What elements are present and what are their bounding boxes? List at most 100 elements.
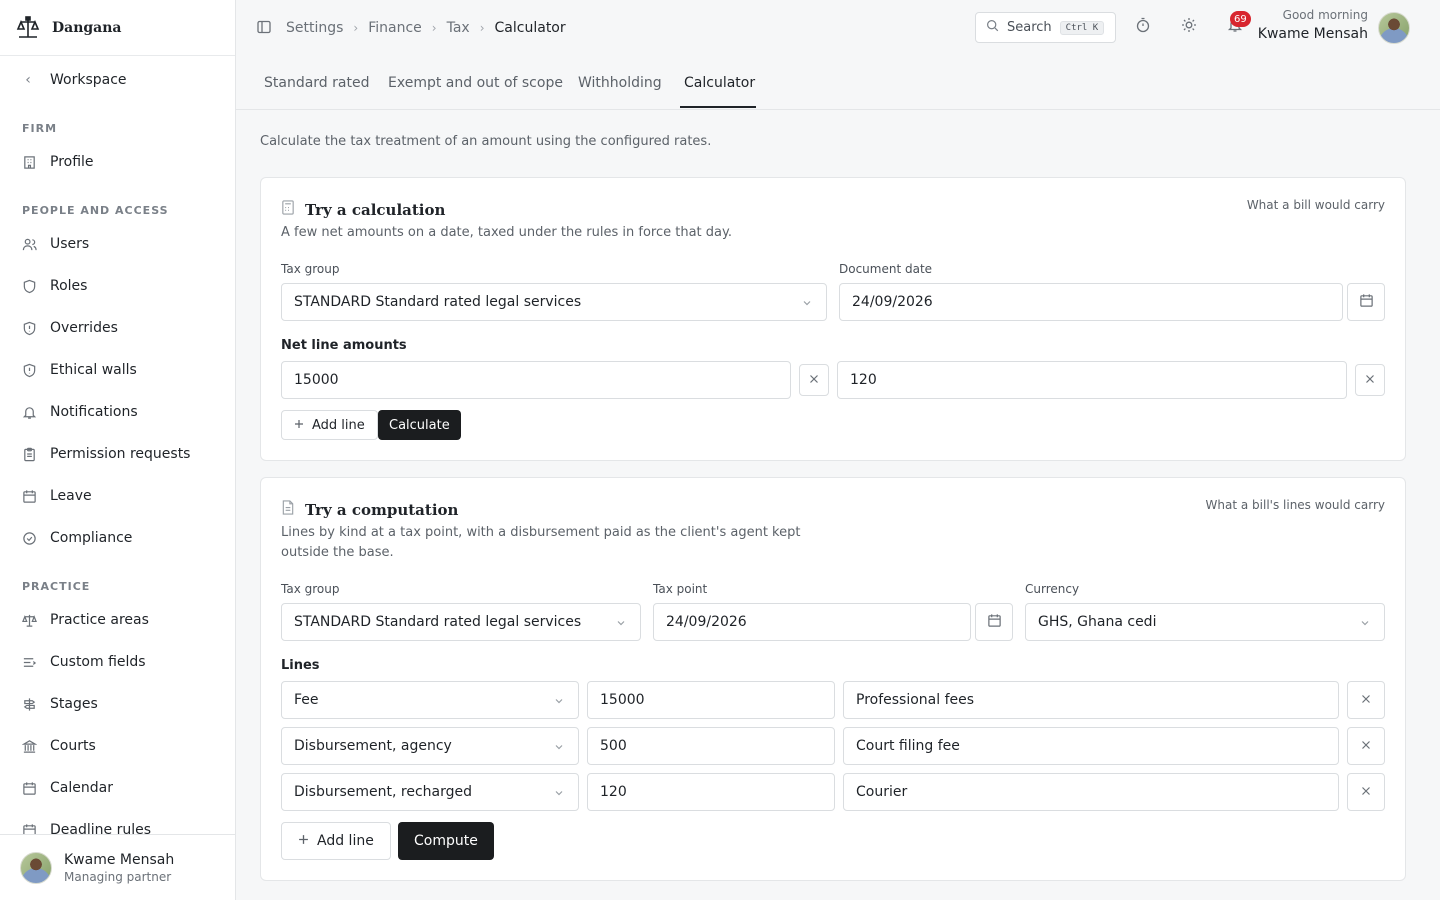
remove-amount-button-1[interactable] [799, 364, 829, 396]
chevron-down-icon [1360, 616, 1370, 632]
line-kind-select[interactable]: Disbursement, agency [281, 727, 579, 765]
line-description-input[interactable]: Courier [843, 773, 1339, 811]
breadcrumb-settings[interactable]: Settings [286, 20, 343, 36]
sidebar-item-practice-areas[interactable]: Practice areas [20, 608, 149, 632]
bell-icon [20, 403, 38, 421]
add-line-button[interactable]: Add line [281, 822, 391, 860]
tab-standard-rated[interactable]: Standard rated [264, 75, 369, 91]
timer-icon[interactable] [1135, 17, 1151, 37]
compute-button[interactable]: Compute [398, 822, 494, 860]
amount-input-2[interactable]: 120 [837, 361, 1347, 399]
sidebar-item-users[interactable]: Users [20, 232, 89, 256]
sidebar-item-roles[interactable]: Roles [20, 274, 87, 298]
line-description-value: Courier [856, 784, 908, 800]
net-line-amounts-label: Net line amounts [281, 338, 407, 353]
sidebar-item-profile[interactable]: Profile [20, 150, 94, 174]
remove-line-button[interactable] [1347, 727, 1385, 765]
breadcrumb-finance[interactable]: Finance [368, 20, 422, 36]
computation-card-note: What a bill's lines would carry [1205, 498, 1385, 512]
close-icon [809, 372, 819, 388]
tab-withholding[interactable]: Withholding [578, 75, 662, 91]
line-amount-value: 120 [600, 784, 627, 800]
close-icon [1361, 784, 1371, 800]
sidebar-item-courts[interactable]: Courts [20, 734, 96, 758]
line-kind-value: Disbursement, agency [294, 738, 452, 754]
active-tab-indicator [680, 106, 756, 108]
notification-count-badge: 69 [1230, 11, 1251, 27]
line-amount-input[interactable]: 500 [587, 727, 835, 765]
line-kind-value: Fee [294, 692, 319, 708]
theme-sun-icon[interactable] [1181, 17, 1197, 37]
user-greeting: Good morning Kwame Mensah [1258, 8, 1368, 42]
calendar-icon [20, 487, 38, 505]
add-line-button[interactable]: Add line [281, 410, 378, 440]
tax-point-value: 24/09/2026 [666, 614, 747, 630]
sidebar-item-overrides[interactable]: Overrides [20, 316, 118, 340]
sidebar: Dangana ‹ Workspace FIRM PEOPLE AND ACCE… [0, 0, 236, 900]
currency-label: Currency [1025, 582, 1080, 596]
tab-calculator[interactable]: Calculator [684, 75, 755, 91]
chevron-right-icon: › [431, 21, 437, 35]
line-description-value: Court filing fee [856, 738, 960, 754]
sidebar-item-custom-fields[interactable]: Custom fields [20, 650, 146, 674]
sidebar-item-calendar[interactable]: Calendar [20, 776, 113, 800]
tab-exempt-and-out-of-scope[interactable]: Exempt and out of scope [388, 75, 563, 91]
sidebar-item-label: Notifications [50, 404, 138, 420]
tax-point-input[interactable]: 24/09/2026 [653, 603, 971, 641]
lines-label: Lines [281, 658, 320, 673]
currency-select[interactable]: GHS, Ghana cedi [1025, 603, 1385, 641]
sidebar-item-label: Roles [50, 278, 88, 294]
sidebar-item-stages[interactable]: Stages [20, 692, 98, 716]
chevron-down-icon [554, 740, 564, 756]
sidebar-user-footer[interactable]: Kwame Mensah Managing partner [0, 834, 235, 900]
date-picker-button[interactable] [1347, 283, 1385, 321]
back-to-workspace[interactable]: ‹ Workspace [20, 68, 126, 92]
search-button[interactable]: Search Ctrl K [975, 12, 1116, 43]
close-icon [1361, 692, 1371, 708]
document-date-input[interactable]: 24/09/2026 [839, 283, 1343, 321]
chevron-left-icon: ‹ [25, 72, 31, 88]
line-kind-select[interactable]: Disbursement, recharged [281, 773, 579, 811]
chevron-right-icon: › [353, 21, 359, 35]
calculation-card: Try a calculation A few net amounts on a… [260, 177, 1406, 461]
tax-group-select[interactable]: STANDARD Standard rated legal services [281, 603, 641, 641]
sidebar-item-compliance[interactable]: Compliance [20, 526, 132, 550]
tax-group-label: Tax group [281, 582, 340, 596]
sidebar-item-leave[interactable]: Leave [20, 484, 92, 508]
sidebar-toggle-icon[interactable] [256, 19, 272, 39]
sidebar-item-notifications[interactable]: Notifications [20, 400, 138, 424]
line-description-input[interactable]: Court filing fee [843, 727, 1339, 765]
line-kind-select[interactable]: Fee [281, 681, 579, 719]
line-amount-input[interactable]: 15000 [587, 681, 835, 719]
check-circle-icon [20, 529, 38, 547]
greeting-text: Good morning [1282, 8, 1368, 22]
tab-bar: Standard rated Exempt and out of scope W… [236, 56, 1440, 110]
amount-value: 15000 [294, 372, 339, 388]
amount-input-1[interactable]: 15000 [281, 361, 791, 399]
remove-line-button[interactable] [1347, 681, 1385, 719]
calculation-card-subtitle: A few net amounts on a date, taxed under… [281, 225, 732, 240]
brand[interactable]: Dangana [0, 0, 235, 56]
calculate-button[interactable]: Calculate [378, 410, 461, 440]
chevron-right-icon: › [479, 21, 485, 35]
avatar[interactable] [1378, 12, 1410, 44]
tax-group-value: STANDARD Standard rated legal services [294, 614, 582, 630]
remove-line-button[interactable] [1347, 773, 1385, 811]
section-people-and-access: PEOPLE AND ACCESS [22, 204, 169, 217]
tax-group-select[interactable]: STANDARD Standard rated legal services [281, 283, 827, 321]
scale-icon [20, 611, 38, 629]
card-title-text: Try a calculation [305, 200, 446, 219]
sidebar-item-ethical-walls[interactable]: Ethical walls [20, 358, 137, 382]
shield-alert-icon [20, 319, 38, 337]
sidebar-item-label: Overrides [50, 320, 118, 336]
line-amount-value: 15000 [600, 692, 645, 708]
line-description-input[interactable]: Professional fees [843, 681, 1339, 719]
sidebar-item-permission-requests[interactable]: Permission requests [20, 442, 190, 466]
sidebar-item-label: Users [50, 236, 90, 252]
brand-name: Dangana [52, 19, 122, 36]
breadcrumb-tax[interactable]: Tax [447, 20, 470, 36]
remove-amount-button-2[interactable] [1355, 364, 1385, 396]
date-picker-button[interactable] [975, 603, 1013, 641]
tax-point-label: Tax point [653, 582, 708, 596]
line-amount-input[interactable]: 120 [587, 773, 835, 811]
